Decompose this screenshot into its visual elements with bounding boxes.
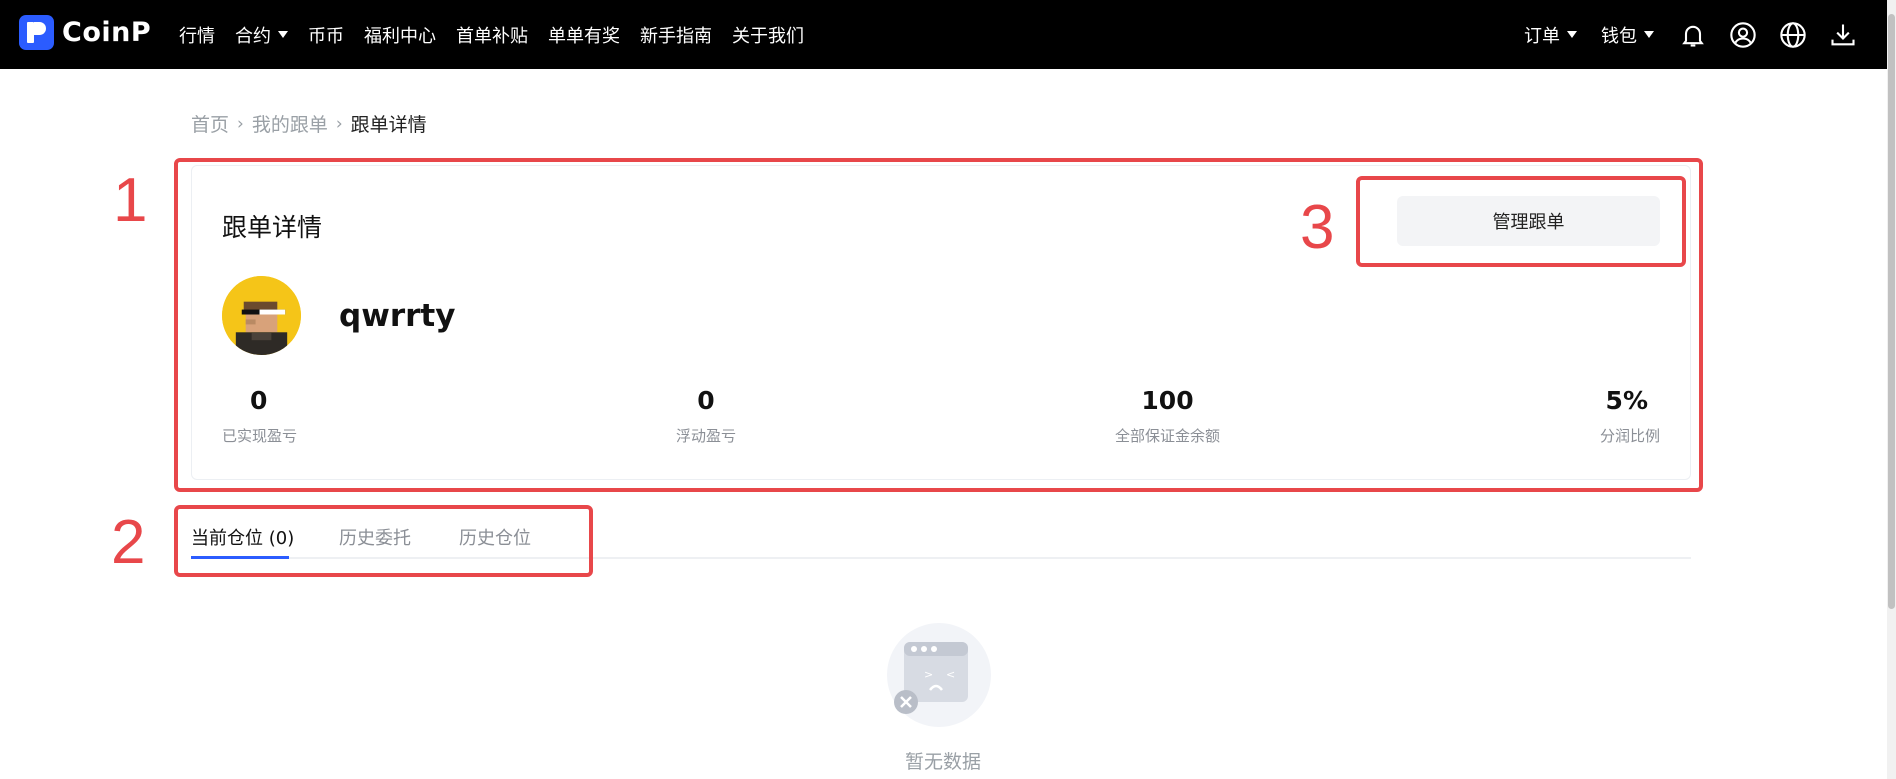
nav-item-wallet[interactable]: 钱包 [1601, 22, 1654, 48]
stat-value: 0 [250, 386, 268, 415]
annotation-number-2: 2 [111, 508, 146, 577]
caret-down-icon [1644, 31, 1654, 38]
page-scrollbar[interactable] [1887, 0, 1896, 779]
manage-copy-trade-button[interactable]: 管理跟单 [1397, 196, 1660, 246]
nav-item-contract[interactable]: 合约 [235, 22, 288, 48]
download-icon[interactable] [1828, 20, 1858, 50]
breadcrumb: 首页 › 我的跟单 › 跟单详情 [191, 110, 427, 137]
avatar [222, 276, 301, 355]
nav-label: 订单 [1524, 25, 1560, 47]
caret-down-icon [278, 31, 288, 38]
nav-label: 关于我们 [732, 25, 804, 47]
nav-label: 币币 [308, 25, 344, 47]
positions-tabs: 当前仓位 (0) 历史委托 历史仓位 [191, 520, 1691, 559]
tab-label: 历史仓位 [459, 528, 531, 549]
chevron-right-icon: › [237, 113, 244, 134]
nav-item-spot[interactable]: 币币 [308, 22, 344, 48]
bell-icon[interactable] [1678, 20, 1708, 50]
stat-floating-pnl: 0 浮动盈亏 [676, 386, 736, 446]
stat-realized-pnl: 0 已实现盈亏 [222, 386, 297, 446]
tab-current-positions[interactable]: 当前仓位 (0) [191, 524, 294, 550]
globe-icon[interactable] [1778, 20, 1808, 50]
stat-value: 5% [1605, 386, 1648, 415]
nav-item-orders[interactable]: 订单 [1524, 22, 1577, 48]
tab-order-history[interactable]: 历史委托 [339, 524, 411, 550]
nav-label: 首单补贴 [456, 25, 528, 47]
nav-label: 福利中心 [364, 25, 436, 47]
nav-label: 新手指南 [640, 25, 712, 47]
nav-item-order-rewards[interactable]: 单单有奖 [548, 22, 620, 48]
annotation-number-3: 3 [1300, 193, 1335, 262]
nav-label: 钱包 [1601, 25, 1637, 47]
nav-label: 行情 [179, 25, 215, 47]
tab-position-history[interactable]: 历史仓位 [459, 524, 531, 550]
brand-name: CoinP [62, 17, 152, 48]
nav-label: 单单有奖 [548, 25, 620, 47]
nav-item-beginner-guide[interactable]: 新手指南 [640, 22, 712, 48]
empty-state-text: 暂无数据 [905, 751, 982, 773]
svg-text:<: < [946, 668, 955, 681]
copy-trade-detail-card: 跟单详情 管理跟单 qwrrty 0 已实现盈亏 0 浮动盈亏 100 全部保证… [191, 165, 1691, 480]
main-nav: 行情 合约 币币 福利中心 首单补贴 单单有奖 新手指南 关于我们 [179, 0, 824, 69]
stat-value: 0 [697, 386, 715, 415]
stat-label: 全部保证金余额 [1115, 427, 1221, 445]
trader-username: qwrrty [339, 298, 456, 334]
nav-item-rewards-center[interactable]: 福利中心 [364, 22, 436, 48]
breadcrumb-my-copy-trades[interactable]: 我的跟单 [252, 110, 328, 137]
stat-label: 浮动盈亏 [676, 427, 737, 445]
svg-text:>: > [924, 668, 933, 681]
stat-label: 分润比例 [1599, 427, 1660, 445]
tab-label: 当前仓位 (0) [191, 528, 295, 549]
nav-item-about-us[interactable]: 关于我们 [732, 22, 804, 48]
breadcrumb-current: 跟单详情 [350, 114, 427, 136]
top-navbar: CoinP 行情 合约 币币 福利中心 首单补贴 单单有奖 新手指南 关于我们 … [0, 0, 1887, 69]
empty-data-icon: > < [886, 622, 992, 728]
logo-mark-icon [19, 15, 54, 50]
annotation-number-1: 1 [113, 166, 148, 235]
active-tab-indicator [191, 556, 289, 559]
stat-total-margin-balance: 100 全部保证金余额 [1115, 386, 1220, 446]
stat-profit-share-ratio: 5% 分润比例 [1600, 386, 1660, 446]
user-icon[interactable] [1728, 20, 1758, 50]
chevron-right-icon: › [335, 113, 343, 134]
brand-logo[interactable]: CoinP [19, 15, 151, 50]
stat-label: 已实现盈亏 [222, 427, 298, 445]
nav-item-first-order-bonus[interactable]: 首单补贴 [456, 22, 528, 48]
stat-value: 100 [1141, 386, 1194, 415]
nav-right: 订单 钱包 [1524, 0, 1858, 69]
scrollbar-thumb[interactable] [1888, 14, 1895, 609]
breadcrumb-home[interactable]: 首页 [191, 110, 229, 137]
caret-down-icon [1567, 31, 1577, 38]
tab-label: 历史委托 [339, 528, 411, 549]
nav-item-market[interactable]: 行情 [179, 22, 215, 48]
nav-label: 合约 [235, 25, 271, 47]
page-title: 跟单详情 [222, 213, 323, 242]
